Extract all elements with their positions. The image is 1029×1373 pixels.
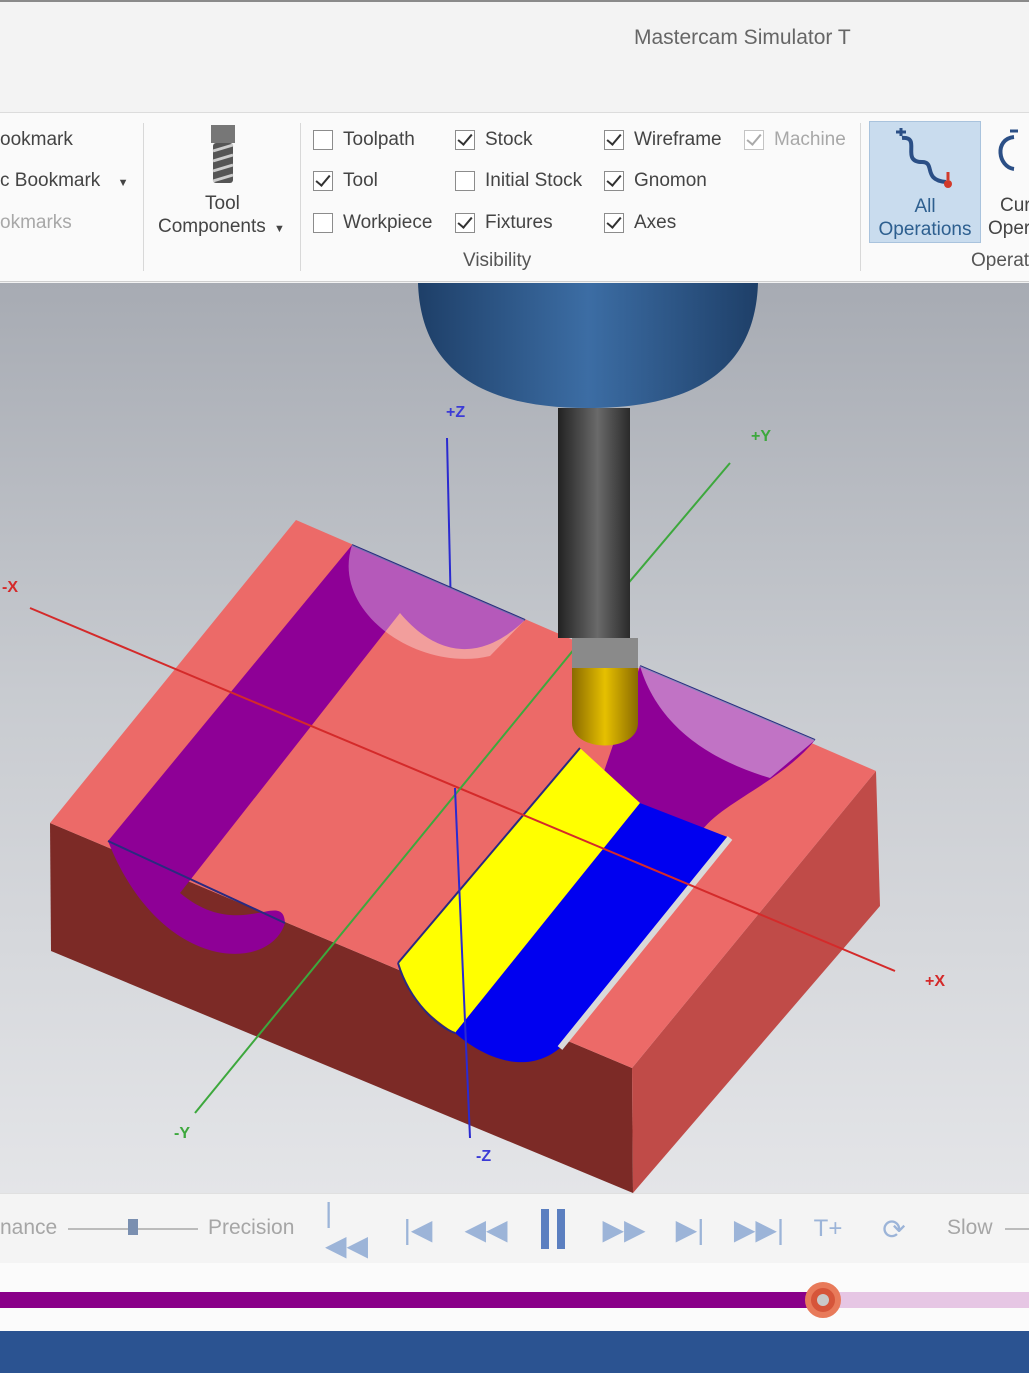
current-operation-icon	[998, 129, 1018, 171]
axis-y-back	[619, 462, 731, 594]
visibility-group-label: Visibility	[463, 250, 532, 271]
skip-to-end-button[interactable]: ▶▶|	[732, 1206, 786, 1252]
current-operation-label-1: Cur	[1000, 195, 1029, 216]
chevron-down-icon: ▼	[274, 223, 285, 235]
bookmarks-button[interactable]: okmarks	[0, 212, 72, 234]
checkbox-stock[interactable]: Stock	[455, 129, 533, 151]
checkbox-gnomon[interactable]: Gnomon	[604, 170, 707, 192]
all-operations-button[interactable]: All Operations	[869, 121, 981, 243]
operations-group-label: Operat	[971, 250, 1029, 271]
checkbox-machine[interactable]: Machine	[744, 129, 846, 151]
checkbox-toolpath[interactable]: Toolpath	[313, 129, 415, 151]
checkbox-box[interactable]	[313, 213, 333, 233]
checkbox-box[interactable]	[604, 130, 624, 150]
checkbox-box[interactable]	[455, 171, 475, 191]
chevron-down-icon: ▼	[117, 177, 129, 189]
precision-label: Precision	[208, 1216, 295, 1239]
pause-icon	[541, 1209, 549, 1249]
checkbox-box[interactable]	[604, 171, 624, 191]
checkbox-box[interactable]	[604, 213, 624, 233]
title-bar: Mastercam Simulator T	[0, 0, 1029, 112]
tool-collar	[572, 638, 638, 668]
playback-toolbar: nance Precision |◀◀ |◀ ◀◀ ▶▶ ▶| ▶▶| T+ ⟳…	[0, 1193, 1029, 1264]
checkbox-label: Stock	[485, 129, 533, 150]
checkbox-wireframe[interactable]: Wireframe	[604, 129, 722, 151]
checkbox-box[interactable]	[744, 130, 764, 150]
progress-track[interactable]	[0, 1282, 1029, 1318]
precision-slider-thumb[interactable]	[128, 1219, 138, 1235]
loop-icon[interactable]: ⟳	[872, 1206, 916, 1252]
simulation-scene	[29, 283, 896, 1193]
pause-button[interactable]	[535, 1206, 571, 1252]
performance-label: nance	[0, 1216, 58, 1239]
skip-to-start-button[interactable]: |◀◀	[325, 1197, 375, 1261]
checkbox-label: Machine	[774, 129, 846, 150]
checkbox-workpiece[interactable]: Workpiece	[313, 212, 432, 234]
axis-label-py: +Y	[751, 428, 772, 445]
checkbox-label: Axes	[634, 212, 677, 233]
precision-slider[interactable]	[68, 1219, 198, 1235]
progress-thumb[interactable]	[805, 1282, 842, 1318]
checkbox-label: Workpiece	[343, 212, 433, 233]
axis-label-pz: +Z	[446, 404, 466, 421]
pause-icon-bar	[557, 1209, 565, 1249]
fast-forward-button[interactable]: ▶▶	[600, 1206, 648, 1252]
graphic-bookmark-button[interactable]: c Bookmark ▼	[0, 170, 128, 192]
axis-label-mz: -Z	[476, 1148, 492, 1165]
end-mill-icon	[211, 125, 235, 183]
toolpath-icon	[896, 128, 952, 188]
checkbox-box[interactable]	[455, 213, 475, 233]
tool-holder	[418, 283, 758, 408]
tool-tip	[572, 668, 638, 746]
tool-components-button[interactable]: Tool Components ▼	[150, 121, 298, 251]
checkbox-label: Fixtures	[485, 212, 553, 233]
rewind-button[interactable]: ◀◀	[462, 1206, 510, 1252]
axis-label-my: -Y	[174, 1125, 190, 1142]
axis-label-px: +X	[925, 973, 946, 990]
graphic-bookmark-label: c Bookmark	[0, 170, 101, 191]
simulation-viewport[interactable]: +Z +Y -X +X -Y -Z	[0, 283, 1029, 1193]
stop-condition-icon[interactable]: T+	[808, 1206, 848, 1252]
window-title: Mastercam Simulator T	[634, 26, 851, 49]
tool-components-label: Components ▼	[158, 216, 285, 238]
checkbox-box[interactable]	[313, 130, 333, 150]
checkbox-tool[interactable]: Tool	[313, 170, 378, 192]
checkbox-label: Tool	[343, 170, 378, 191]
checkbox-label: Initial Stock	[485, 170, 583, 191]
checkbox-label: Toolpath	[343, 129, 415, 150]
tool-components-label-1: Tool	[205, 193, 240, 214]
speed-slow-label: Slow	[947, 1216, 993, 1239]
bookmark-button[interactable]: ookmark	[0, 129, 73, 151]
group-divider	[143, 123, 144, 271]
progress-area	[0, 1263, 1029, 1331]
checkbox-label: Gnomon	[634, 170, 707, 191]
progress-thumb-center	[817, 1294, 830, 1306]
checkbox-box[interactable]	[313, 171, 333, 191]
tool-components-label-2: Components	[158, 216, 266, 237]
group-divider	[860, 123, 861, 271]
group-divider	[300, 123, 301, 271]
progress-fill	[0, 1292, 824, 1308]
speed-slider[interactable]	[1005, 1228, 1029, 1230]
step-back-button[interactable]: |◀	[398, 1206, 438, 1252]
checkbox-initial-stock[interactable]: Initial Stock	[455, 170, 582, 192]
taskbar	[0, 1331, 1029, 1373]
step-forward-button[interactable]: ▶|	[670, 1206, 710, 1252]
current-operation-button[interactable]: Cur Oper	[984, 121, 1029, 243]
ribbon: ookmark c Bookmark ▼ okmarks Tool Compon…	[0, 112, 1029, 282]
axis-label-mx: -X	[2, 579, 18, 596]
checkbox-label: Wireframe	[634, 129, 722, 150]
checkbox-axes[interactable]: Axes	[604, 212, 676, 234]
current-operation-label-2: Oper	[988, 218, 1029, 239]
checkbox-fixtures[interactable]: Fixtures	[455, 212, 553, 234]
all-operations-label-1: All	[914, 196, 936, 217]
tool-shank	[558, 408, 630, 638]
all-operations-label-2: Operations	[878, 219, 972, 240]
checkbox-box[interactable]	[455, 130, 475, 150]
